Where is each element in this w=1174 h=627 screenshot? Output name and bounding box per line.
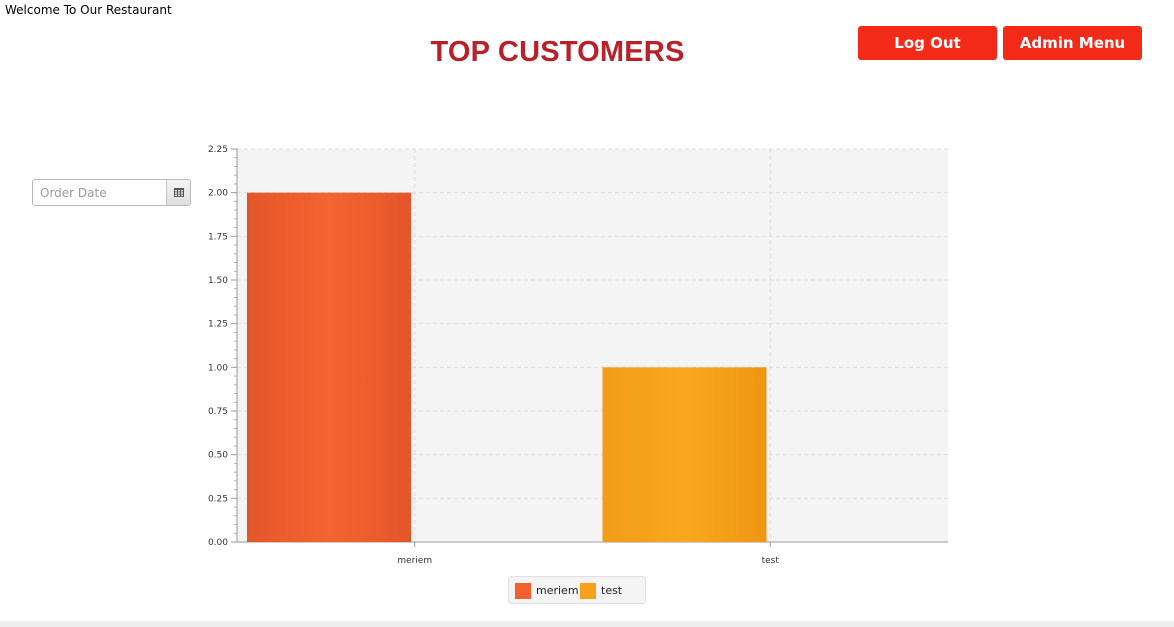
legend-label-meriem: meriem [536, 584, 579, 597]
y-tick-label: 0.50 [208, 451, 228, 461]
bar-meriem [247, 192, 411, 542]
x-tick-label: meriem [397, 556, 432, 566]
top-customers-chart: 0.00 0.25 0.50 0.75 1.00 1.25 1.50 1.75 2.00 2.25… [208, 145, 948, 566]
x-tick-label: test [762, 556, 780, 566]
legend-item-test: test [580, 582, 622, 599]
app-window: Welcome To Our Restaurant TOP CUSTOMERS … [0, 0, 1174, 627]
y-tick-label: 2.25 [208, 145, 228, 155]
legend-swatch-meriem [515, 582, 531, 599]
legend-swatch-test [580, 582, 596, 599]
y-tick-label: 1.25 [208, 320, 228, 330]
y-tick-label: 1.50 [208, 276, 228, 286]
bar-test [602, 367, 767, 542]
y-tick-label: 0.25 [208, 494, 228, 504]
bottom-bar [0, 621, 1174, 627]
y-tick-label: 2.00 [208, 189, 228, 199]
y-tick-label: 1.75 [208, 232, 228, 242]
chart-legend: meriem test [508, 576, 646, 604]
legend-label-test: test [601, 584, 623, 597]
y-tick-label: 0.75 [208, 407, 228, 417]
legend-item-meriem: meriem [515, 582, 579, 599]
y-tick-label: 0.00 [208, 538, 228, 548]
y-tick-label: 1.00 [208, 363, 228, 373]
